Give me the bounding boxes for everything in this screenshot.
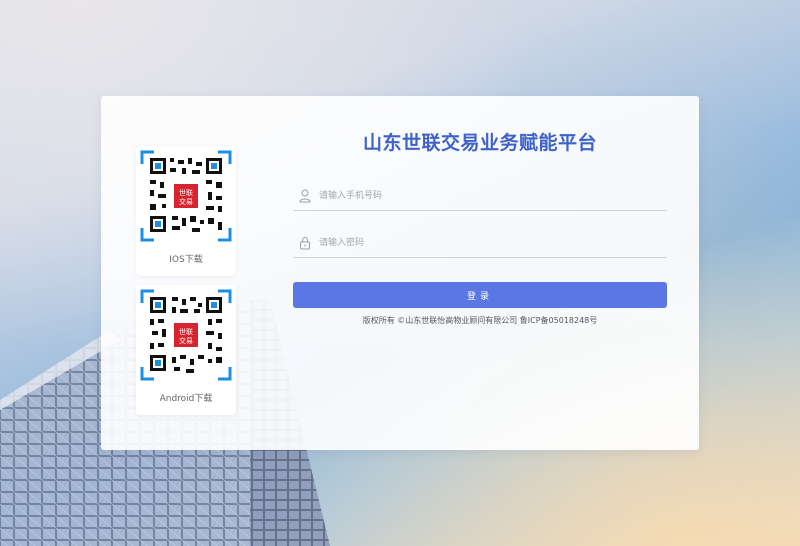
- copyright-text: 版权所有 ©山东世联怡高物业顾问有限公司 鲁ICP备05018248号: [362, 316, 598, 325]
- lock-icon: [300, 237, 310, 250]
- phone-field: [293, 182, 667, 211]
- password-field: [293, 229, 667, 258]
- svg-text:交易: 交易: [179, 336, 193, 345]
- phone-input[interactable]: [317, 184, 661, 208]
- ios-qr-code-icon: 世联 交易: [140, 150, 232, 242]
- user-icon: [299, 189, 311, 203]
- svg-text:世联: 世联: [179, 327, 193, 336]
- page-title: 山东世联交易业务赋能平台: [362, 132, 597, 154]
- ios-qr-card: 世联 交易 IOS下载: [136, 146, 236, 276]
- login-button[interactable]: 登录: [293, 282, 667, 308]
- svg-text:世联: 世联: [179, 188, 193, 197]
- ios-download-label: IOS下载: [169, 255, 203, 265]
- svg-text:交易: 交易: [179, 197, 193, 206]
- password-input[interactable]: [317, 231, 661, 255]
- android-qr-card: 世联 交易 Android下载: [136, 285, 236, 415]
- android-qr-code-icon: 世联 交易: [140, 289, 232, 381]
- android-download-label: Android下载: [159, 394, 213, 404]
